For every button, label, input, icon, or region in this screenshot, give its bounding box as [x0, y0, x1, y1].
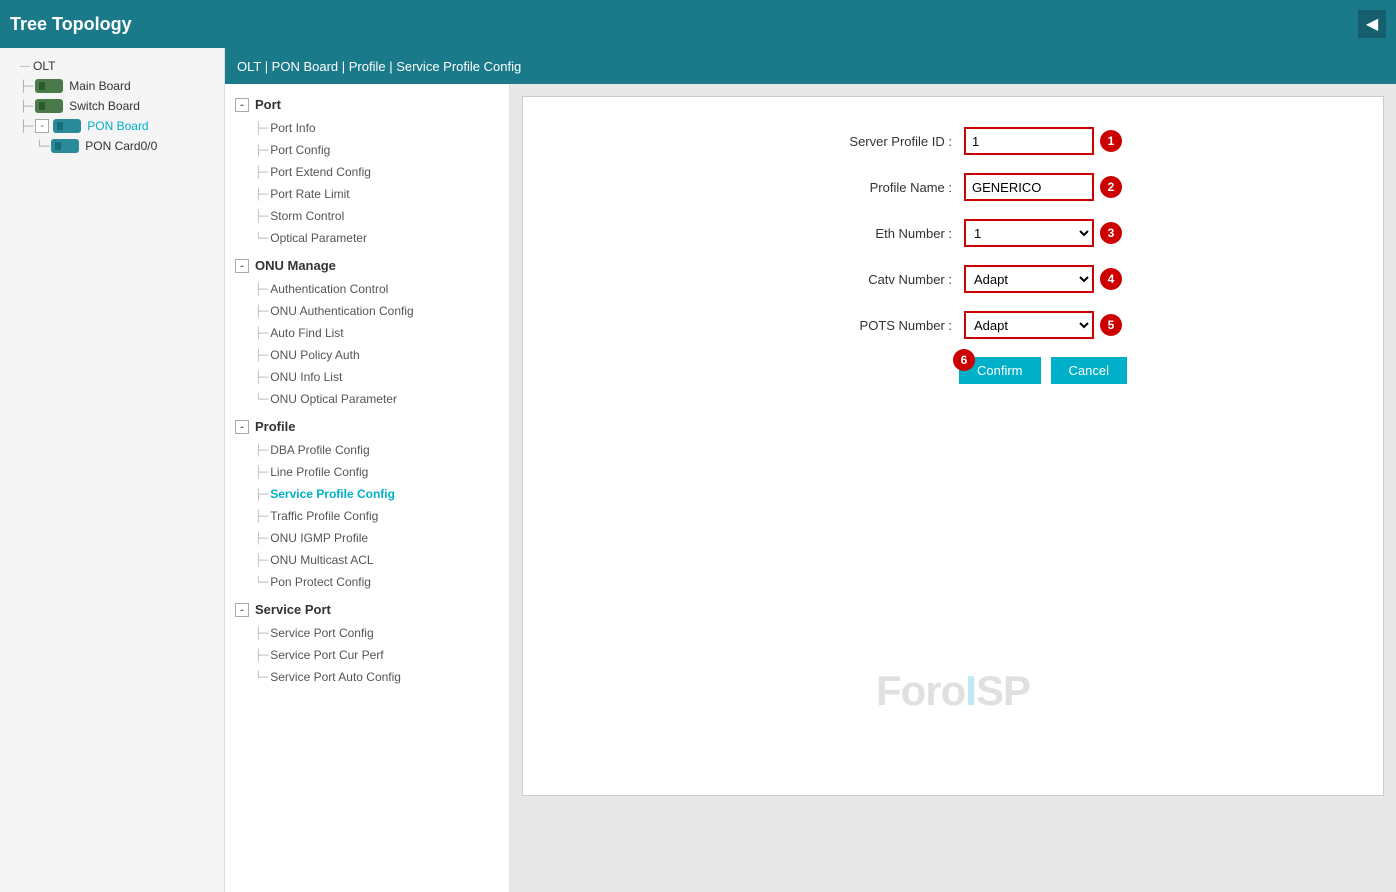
pon-board-expand[interactable]: -	[35, 119, 49, 133]
watermark: ForoISP	[876, 667, 1030, 715]
server-profile-id-field-wrap: 1	[964, 127, 1122, 155]
nav-item-dba-profile[interactable]: DBA Profile Config	[225, 439, 509, 461]
profile-name-field-wrap: 2	[964, 173, 1122, 201]
olt-label: OLT	[33, 59, 55, 73]
buttons-wrap: Confirm Cancel 6	[959, 357, 1127, 384]
nav-section-service-port: - Service Port Service Port Config Servi…	[225, 597, 509, 688]
server-profile-id-row: Server Profile ID : 1	[543, 127, 1363, 155]
nav-section-port-header[interactable]: - Port	[225, 92, 509, 117]
nav-item-service-port-config[interactable]: Service Port Config	[225, 622, 509, 644]
nav-item-pon-protect-config[interactable]: Pon Protect Config	[225, 571, 509, 593]
nav-item-onu-igmp-profile[interactable]: ONU IGMP Profile	[225, 527, 509, 549]
onu-section-label: ONU Manage	[255, 258, 336, 273]
nav-item-service-port-cur-perf[interactable]: Service Port Cur Perf	[225, 644, 509, 666]
port-section-label: Port	[255, 97, 281, 112]
step-badge-4: 4	[1100, 268, 1122, 290]
eth-number-field-wrap: 1 2 4 8 3	[964, 219, 1122, 247]
nav-item-port-config[interactable]: Port Config	[225, 139, 509, 161]
step-badge-6: 6	[953, 349, 975, 371]
service-port-section-label: Service Port	[255, 602, 331, 617]
nav-item-traffic-profile[interactable]: Traffic Profile Config	[225, 505, 509, 527]
profile-name-row: Profile Name : 2	[543, 173, 1363, 201]
catv-number-select[interactable]: Adapt 0 1	[964, 265, 1094, 293]
nav-section-port: - Port Port Info Port Config Port Extend…	[225, 92, 509, 249]
nav-item-port-info[interactable]: Port Info	[225, 117, 509, 139]
pon-board-icon	[53, 119, 81, 133]
app-title: Tree Topology	[10, 14, 1358, 35]
main-content: OLT | PON Board | Profile | Service Prof…	[225, 48, 1396, 892]
pon-card-label: PON Card0/0	[85, 139, 157, 153]
nav-item-onu-info-list[interactable]: ONU Info List	[225, 366, 509, 388]
nav-section-onu-header[interactable]: - ONU Manage	[225, 253, 509, 278]
step-badge-5: 5	[1100, 314, 1122, 336]
main-board-icon	[35, 79, 63, 93]
pots-number-select[interactable]: Adapt 0 1 2	[964, 311, 1094, 339]
profile-name-label: Profile Name :	[784, 180, 964, 195]
onu-expand-icon[interactable]: -	[235, 259, 249, 273]
profile-name-input[interactable]	[964, 173, 1094, 201]
eth-number-row: Eth Number : 1 2 4 8 3	[543, 219, 1363, 247]
nav-section-service-port-header[interactable]: - Service Port	[225, 597, 509, 622]
sidebar-item-switch-board[interactable]: ├─ Switch Board	[0, 96, 224, 116]
step-badge-3: 3	[1100, 222, 1122, 244]
header: Tree Topology ◀	[0, 0, 1396, 48]
nav-item-onu-auth-config[interactable]: ONU Authentication Config	[225, 300, 509, 322]
sidebar-item-main-board[interactable]: ├─ Main Board	[0, 76, 224, 96]
nav-item-service-port-auto-config[interactable]: Service Port Auto Config	[225, 666, 509, 688]
form-buttons-row: Confirm Cancel 6	[543, 357, 1363, 384]
nav-item-storm-control[interactable]: Storm Control	[225, 205, 509, 227]
collapse-button[interactable]: ◀	[1358, 10, 1386, 38]
sidebar-item-pon-board[interactable]: ├─ - PON Board	[0, 116, 224, 136]
nav-item-onu-optical-parameter[interactable]: ONU Optical Parameter	[225, 388, 509, 410]
catv-number-label: Catv Number :	[784, 272, 964, 287]
step-badge-2: 2	[1100, 176, 1122, 198]
nav-item-port-rate-limit[interactable]: Port Rate Limit	[225, 183, 509, 205]
switch-board-label: Switch Board	[69, 99, 140, 113]
nav-item-authentication-control[interactable]: Authentication Control	[225, 278, 509, 300]
profile-expand-icon[interactable]: -	[235, 420, 249, 434]
pots-number-label: POTS Number :	[784, 318, 964, 333]
profile-section-label: Profile	[255, 419, 295, 434]
form-panel: Server Profile ID : 1 Profile Name : 2	[522, 96, 1384, 796]
port-expand-icon[interactable]: -	[235, 98, 249, 112]
left-nav: - Port Port Info Port Config Port Extend…	[225, 84, 510, 892]
main-board-label: Main Board	[69, 79, 130, 93]
watermark-text: ForoISP	[876, 667, 1030, 715]
pots-number-field-wrap: Adapt 0 1 2 5	[964, 311, 1122, 339]
nav-item-optical-parameter[interactable]: Optical Parameter	[225, 227, 509, 249]
pon-card-icon	[51, 139, 79, 153]
eth-number-select[interactable]: 1 2 4 8	[964, 219, 1094, 247]
nav-item-onu-policy-auth[interactable]: ONU Policy Auth	[225, 344, 509, 366]
step-badge-1: 1	[1100, 130, 1122, 152]
catv-number-row: Catv Number : Adapt 0 1 4	[543, 265, 1363, 293]
nav-section-profile-header[interactable]: - Profile	[225, 414, 509, 439]
eth-number-label: Eth Number :	[784, 226, 964, 241]
main-layout: — OLT ├─ Main Board ├─ Switch Board ├─ -…	[0, 48, 1396, 892]
server-profile-id-input[interactable]	[964, 127, 1094, 155]
nav-section-onu-manage: - ONU Manage Authentication Control ONU …	[225, 253, 509, 410]
tree-sidebar: — OLT ├─ Main Board ├─ Switch Board ├─ -…	[0, 48, 225, 892]
right-panel: Server Profile ID : 1 Profile Name : 2	[510, 84, 1396, 892]
nav-item-onu-multicast-acl[interactable]: ONU Multicast ACL	[225, 549, 509, 571]
content-area: - Port Port Info Port Config Port Extend…	[225, 84, 1396, 892]
switch-board-icon	[35, 99, 63, 113]
nav-item-port-extend-config[interactable]: Port Extend Config	[225, 161, 509, 183]
catv-number-field-wrap: Adapt 0 1 4	[964, 265, 1122, 293]
breadcrumb-text: OLT | PON Board | Profile | Service Prof…	[237, 59, 521, 74]
nav-section-profile: - Profile DBA Profile Config Line Profil…	[225, 414, 509, 593]
breadcrumb: OLT | PON Board | Profile | Service Prof…	[225, 48, 1396, 84]
pots-number-row: POTS Number : Adapt 0 1 2 5	[543, 311, 1363, 339]
service-port-expand-icon[interactable]: -	[235, 603, 249, 617]
server-profile-id-label: Server Profile ID :	[784, 134, 964, 149]
nav-item-auto-find-list[interactable]: Auto Find List	[225, 322, 509, 344]
nav-item-line-profile[interactable]: Line Profile Config	[225, 461, 509, 483]
cancel-button[interactable]: Cancel	[1051, 357, 1127, 384]
nav-item-service-profile[interactable]: Service Profile Config	[225, 483, 509, 505]
sidebar-item-pon-card[interactable]: └─ PON Card0/0	[0, 136, 224, 156]
sidebar-item-olt[interactable]: — OLT	[0, 56, 224, 76]
pon-board-label: PON Board	[87, 119, 148, 133]
